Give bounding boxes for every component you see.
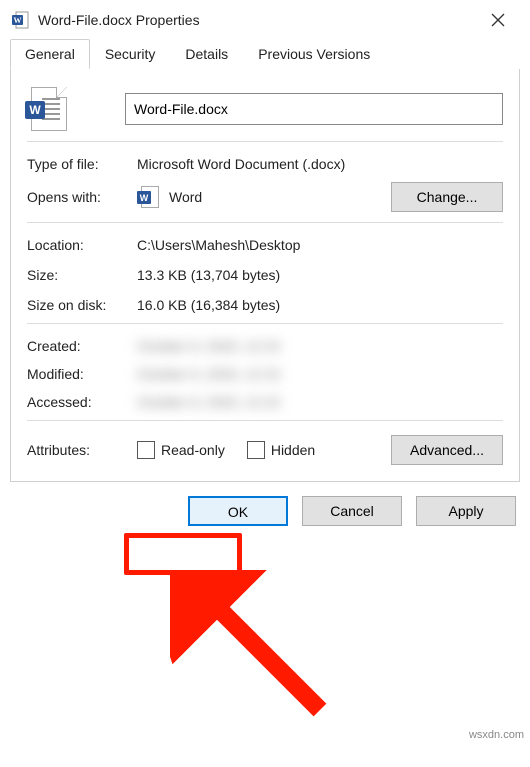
created-label: Created: bbox=[27, 338, 137, 354]
opens-with-label: Opens with: bbox=[27, 189, 137, 205]
tab-general[interactable]: General bbox=[10, 39, 90, 69]
readonly-label: Read-only bbox=[161, 442, 225, 458]
size-row: Size: 13.3 KB (13,704 bytes) bbox=[27, 267, 503, 283]
opens-with-value: Word bbox=[169, 189, 202, 205]
tabstrip: General Security Details Previous Versio… bbox=[10, 38, 520, 69]
annotation-arrow-icon bbox=[170, 570, 350, 740]
tab-previous-versions[interactable]: Previous Versions bbox=[243, 39, 385, 69]
opens-with-row: Opens with: W Word Change... bbox=[27, 182, 503, 212]
svg-text:W: W bbox=[14, 16, 22, 25]
hidden-checkbox[interactable] bbox=[247, 441, 265, 459]
accessed-value: October 9, 2020, 12:15 bbox=[137, 394, 503, 410]
tab-details[interactable]: Details bbox=[170, 39, 243, 69]
window-title: Word-File.docx Properties bbox=[38, 12, 478, 28]
location-value: C:\Users\Mahesh\Desktop bbox=[137, 237, 503, 253]
change-button[interactable]: Change... bbox=[391, 182, 503, 212]
type-value: Microsoft Word Document (.docx) bbox=[137, 156, 503, 172]
created-row: Created: October 9, 2020, 12:15 bbox=[27, 338, 503, 354]
modified-label: Modified: bbox=[27, 366, 137, 382]
attributes-row: Attributes: Read-only Hidden Advanced... bbox=[27, 435, 503, 465]
modified-value: October 9, 2020, 12:15 bbox=[137, 366, 503, 382]
modified-row: Modified: October 9, 2020, 12:15 bbox=[27, 366, 503, 382]
file-type-icon: W bbox=[27, 87, 71, 131]
type-label: Type of file: bbox=[27, 156, 137, 172]
hidden-checkbox-wrap[interactable]: Hidden bbox=[247, 441, 315, 459]
ok-button[interactable]: OK bbox=[188, 496, 288, 526]
advanced-button[interactable]: Advanced... bbox=[391, 435, 503, 465]
general-panel: W Type of file: Microsoft Word Document … bbox=[10, 69, 520, 482]
tab-security[interactable]: Security bbox=[90, 39, 171, 69]
accessed-row: Accessed: October 9, 2020, 12:15 bbox=[27, 394, 503, 410]
size-on-disk-value: 16.0 KB (16,384 bytes) bbox=[137, 297, 503, 313]
properties-dialog: W Word-File.docx Properties General Secu… bbox=[0, 0, 530, 542]
attributes-label: Attributes: bbox=[27, 442, 137, 458]
dialog-footer: OK Cancel Apply bbox=[0, 482, 530, 542]
filename-input[interactable] bbox=[125, 93, 503, 125]
apply-button[interactable]: Apply bbox=[416, 496, 516, 526]
size-on-disk-label: Size on disk: bbox=[27, 297, 137, 313]
accessed-label: Accessed: bbox=[27, 394, 137, 410]
word-program-icon: W bbox=[137, 186, 159, 208]
size-value: 13.3 KB (13,704 bytes) bbox=[137, 267, 503, 283]
close-icon bbox=[491, 13, 505, 27]
filename-row: W bbox=[27, 87, 503, 131]
titlebar: W Word-File.docx Properties bbox=[0, 0, 530, 38]
cancel-button[interactable]: Cancel bbox=[302, 496, 402, 526]
word-app-icon: W bbox=[12, 11, 30, 29]
created-value: October 9, 2020, 12:15 bbox=[137, 338, 503, 354]
location-label: Location: bbox=[27, 237, 137, 253]
size-label: Size: bbox=[27, 267, 137, 283]
watermark: wsxdn.com bbox=[469, 729, 524, 741]
readonly-checkbox-wrap[interactable]: Read-only bbox=[137, 441, 225, 459]
location-row: Location: C:\Users\Mahesh\Desktop bbox=[27, 237, 503, 253]
readonly-checkbox[interactable] bbox=[137, 441, 155, 459]
close-button[interactable] bbox=[478, 5, 518, 35]
size-on-disk-row: Size on disk: 16.0 KB (16,384 bytes) bbox=[27, 297, 503, 313]
type-row: Type of file: Microsoft Word Document (.… bbox=[27, 156, 503, 172]
hidden-label: Hidden bbox=[271, 442, 315, 458]
